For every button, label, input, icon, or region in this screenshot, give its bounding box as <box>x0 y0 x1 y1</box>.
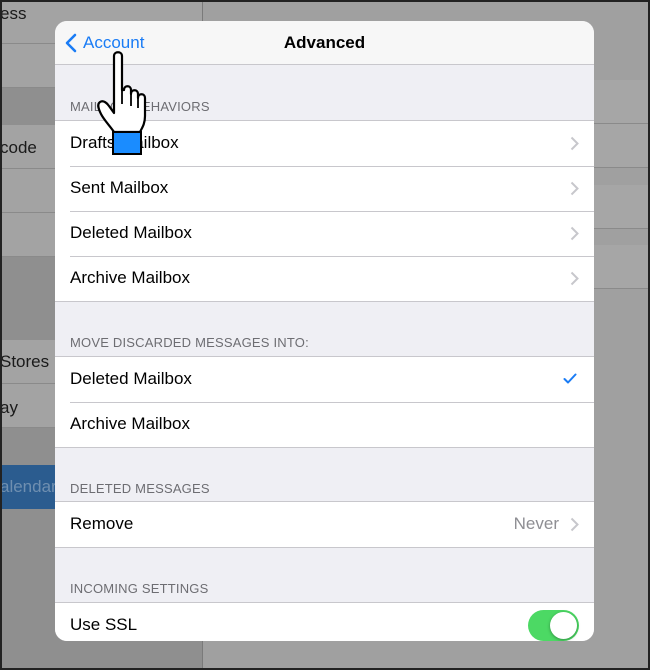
bg-text: ay <box>0 398 18 417</box>
row-label: Use SSL <box>70 615 138 634</box>
deleted-messages-group: Remove Never <box>55 501 594 548</box>
row-label: Archive Mailbox <box>70 268 190 287</box>
use-ssl-row: Use SSL <box>55 603 594 641</box>
row-label: Remove <box>70 514 134 533</box>
checkmark-icon <box>563 373 577 384</box>
discard-archive-mailbox-option[interactable]: Archive Mailbox <box>55 402 594 447</box>
section-header: DELETED MESSAGES <box>70 481 210 496</box>
row-label: Deleted Mailbox <box>70 223 192 242</box>
toggle-knob <box>550 612 577 639</box>
row-label: Sent Mailbox <box>70 178 169 197</box>
move-discarded-group: Deleted Mailbox Archive Mailbox <box>55 356 594 448</box>
chevron-right-icon <box>570 226 579 241</box>
bg-text: ess <box>0 4 27 23</box>
remove-value: Never <box>513 514 559 533</box>
chevron-right-icon <box>570 271 579 286</box>
sent-mailbox-row[interactable]: Sent Mailbox <box>55 166 594 211</box>
row-label: Archive Mailbox <box>70 414 190 433</box>
bg-row <box>594 124 650 168</box>
bg-row <box>594 185 650 229</box>
remove-row[interactable]: Remove Never <box>55 502 594 547</box>
deleted-mailbox-row[interactable]: Deleted Mailbox <box>55 211 594 256</box>
chevron-right-icon <box>570 181 579 196</box>
section-header: MOVE DISCARDED MESSAGES INTO: <box>70 335 309 350</box>
incoming-settings-group: Use SSL <box>55 602 594 641</box>
bg-text: Stores <box>0 352 50 371</box>
bg-text: code <box>0 138 37 157</box>
bg-row <box>594 80 650 124</box>
discard-deleted-mailbox-option[interactable]: Deleted Mailbox <box>55 357 594 402</box>
chevron-right-icon <box>570 517 579 532</box>
chevron-right-icon <box>570 136 579 151</box>
use-ssl-toggle[interactable] <box>528 610 579 641</box>
hand-pointer-icon <box>97 51 147 155</box>
archive-mailbox-row[interactable]: Archive Mailbox <box>55 256 594 301</box>
bg-row <box>594 245 650 289</box>
section-header: INCOMING SETTINGS <box>70 581 209 596</box>
row-label: Deleted Mailbox <box>70 369 192 388</box>
bg-text: alendar <box>0 477 57 496</box>
